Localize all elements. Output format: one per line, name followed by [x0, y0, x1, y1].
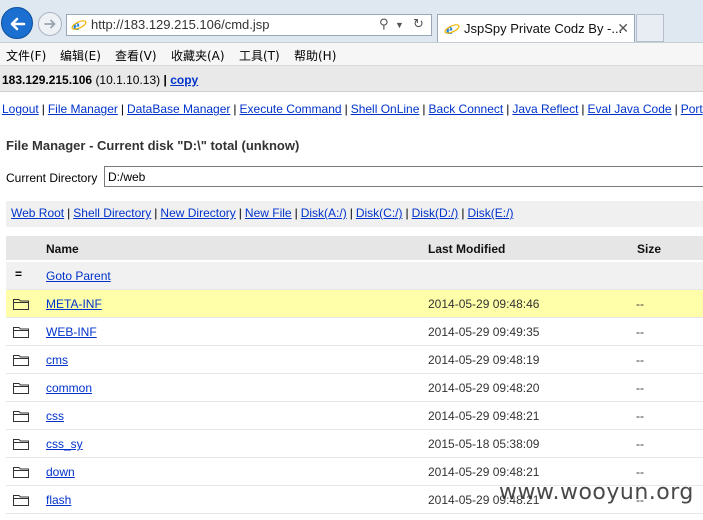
folder-icon — [13, 439, 29, 450]
forward-button[interactable] — [38, 12, 62, 36]
folder-icon — [13, 355, 29, 366]
svg-text:e: e — [73, 18, 80, 33]
nav-database-manager[interactable]: DataBase Manager — [127, 102, 230, 116]
parent-symbol: = — [15, 267, 23, 281]
column-size: Size — [637, 242, 662, 256]
nav-eval-java-code[interactable]: Eval Java Code — [588, 102, 672, 116]
table-row: css_sy 2015-05-18 05:38:09 -- — [6, 430, 703, 458]
last-modified: 2015-05-18 05:38:09 — [428, 437, 540, 451]
menu-favorites[interactable]: 收藏夹(A) — [171, 47, 225, 64]
address-url[interactable]: http://183.129.215.106/cmd.jsp — [91, 17, 270, 32]
dropdown-arrow-icon[interactable]: ▼ — [395, 20, 404, 30]
back-button[interactable] — [1, 7, 33, 39]
folder-icon — [13, 383, 29, 394]
host-ip: 183.129.215.106 — [2, 73, 93, 87]
browser-toolbar: e http://183.129.215.106/cmd.jsp ⚲ ▼ ↻ e… — [0, 0, 703, 43]
last-modified: 2014-05-29 09:49:35 — [428, 325, 540, 339]
main-nav: Logout | File Manager | DataBase Manager | Exe… — [2, 102, 703, 116]
host-info-bar: 183.129.215.106 (10.1.10.13) | copy — [0, 66, 703, 92]
last-modified: 2014-05-29 09:48:21 — [428, 409, 540, 423]
goto-parent-row: = Goto Parent — [6, 262, 703, 290]
web-root-link[interactable]: Web Root — [11, 206, 64, 220]
menu-file[interactable]: 文件(F) — [6, 47, 46, 64]
menu-help[interactable]: 帮助(H) — [294, 47, 336, 64]
disk-d-link[interactable]: Disk(D:/) — [412, 206, 459, 220]
menu-view[interactable]: 查看(V) — [115, 47, 157, 64]
ie-icon: e — [444, 22, 460, 37]
menu-tools[interactable]: 工具(T) — [239, 47, 280, 64]
file-size: -- — [636, 409, 644, 423]
menu-bar: 文件(F) 编辑(E) 查看(V) 收藏夹(A) 工具(T) 帮助(H) — [0, 43, 703, 66]
file-size: -- — [636, 353, 644, 367]
nav-back-connect[interactable]: Back Connect — [429, 102, 504, 116]
nav-shell-online[interactable]: Shell OnLine — [351, 102, 420, 116]
forward-arrow-icon — [44, 19, 56, 29]
disk-c-link[interactable]: Disk(C:/) — [356, 206, 403, 220]
nav-file-manager[interactable]: File Manager — [48, 102, 118, 116]
folder-icon — [13, 495, 29, 506]
menu-edit[interactable]: 编辑(E) — [60, 47, 101, 64]
file-name-link[interactable]: WEB-INF — [46, 325, 97, 339]
folder-icon — [13, 299, 29, 310]
current-directory-input[interactable] — [104, 166, 703, 187]
nav-logout[interactable]: Logout — [2, 102, 39, 116]
folder-icon — [13, 467, 29, 478]
file-name-link[interactable]: META-INF — [46, 297, 102, 311]
page-title: File Manager - Current disk "D:\" total … — [6, 138, 300, 153]
file-size: -- — [636, 381, 644, 395]
file-size: -- — [636, 465, 644, 479]
new-tab-button[interactable] — [636, 14, 664, 42]
nav-execute-command[interactable]: Execute Command — [240, 102, 342, 116]
folder-icon — [13, 411, 29, 422]
file-size: -- — [636, 437, 644, 451]
directory-links-bar: Web Root | Shell Directory | New Directory | N… — [6, 201, 703, 227]
tab-title: JspSpy Private Codz By -... — [464, 21, 623, 36]
file-name-link[interactable]: css_sy — [46, 437, 83, 451]
last-modified: 2014-05-29 09:48:19 — [428, 353, 540, 367]
file-size: -- — [636, 297, 644, 311]
refresh-icon[interactable]: ↻ — [413, 16, 424, 32]
page-content: 183.129.215.106 (10.1.10.13) | copy Logo… — [0, 66, 703, 520]
close-icon[interactable]: ✕ — [617, 20, 629, 37]
browser-tab-active[interactable]: e JspSpy Private Codz By -... ✕ — [437, 14, 635, 42]
goto-parent-link[interactable]: Goto Parent — [46, 269, 111, 283]
file-name-link[interactable]: down — [46, 465, 75, 479]
svg-text:e: e — [446, 22, 453, 37]
file-name-link[interactable]: css — [46, 409, 64, 423]
search-icon[interactable]: ⚲ — [379, 16, 389, 32]
column-name: Name — [46, 242, 79, 256]
current-directory-label: Current Directory — [6, 171, 98, 185]
table-row: META-INF 2014-05-29 09:48:46 -- — [6, 290, 703, 318]
table-row: common 2014-05-29 09:48:20 -- — [6, 374, 703, 402]
new-file-link[interactable]: New File — [245, 206, 292, 220]
file-name-link[interactable]: flash — [46, 493, 71, 507]
copy-link[interactable]: copy — [170, 73, 198, 87]
last-modified: 2014-05-29 09:48:46 — [428, 297, 540, 311]
folder-icon — [13, 327, 29, 338]
disk-a-link[interactable]: Disk(A:/) — [301, 206, 347, 220]
last-modified: 2014-05-29 09:48:21 — [428, 465, 540, 479]
ie-icon: e — [71, 18, 87, 33]
nav-java-reflect[interactable]: Java Reflect — [512, 102, 578, 116]
new-directory-link[interactable]: New Directory — [160, 206, 235, 220]
table-row: WEB-INF 2014-05-29 09:49:35 -- — [6, 318, 703, 346]
file-name-link[interactable]: common — [46, 381, 92, 395]
last-modified: 2014-05-29 09:48:20 — [428, 381, 540, 395]
shell-directory-link[interactable]: Shell Directory — [73, 206, 151, 220]
table-row: cms 2014-05-29 09:48:19 -- — [6, 346, 703, 374]
table-row: css 2014-05-29 09:48:21 -- — [6, 402, 703, 430]
address-bar[interactable]: e http://183.129.215.106/cmd.jsp ⚲ ▼ ↻ — [66, 14, 432, 36]
disk-e-link[interactable]: Disk(E:/) — [467, 206, 513, 220]
file-name-link[interactable]: cms — [46, 353, 68, 367]
watermark: www.wooyun.org — [499, 480, 694, 505]
nav-port[interactable]: Port — [681, 102, 703, 116]
host-separator: | — [163, 73, 167, 87]
table-header: Name Last Modified Size — [6, 236, 703, 260]
back-arrow-icon — [10, 17, 26, 31]
file-size: -- — [636, 325, 644, 339]
column-last-modified: Last Modified — [428, 242, 506, 256]
local-ip: (10.1.10.13) — [95, 73, 161, 87]
